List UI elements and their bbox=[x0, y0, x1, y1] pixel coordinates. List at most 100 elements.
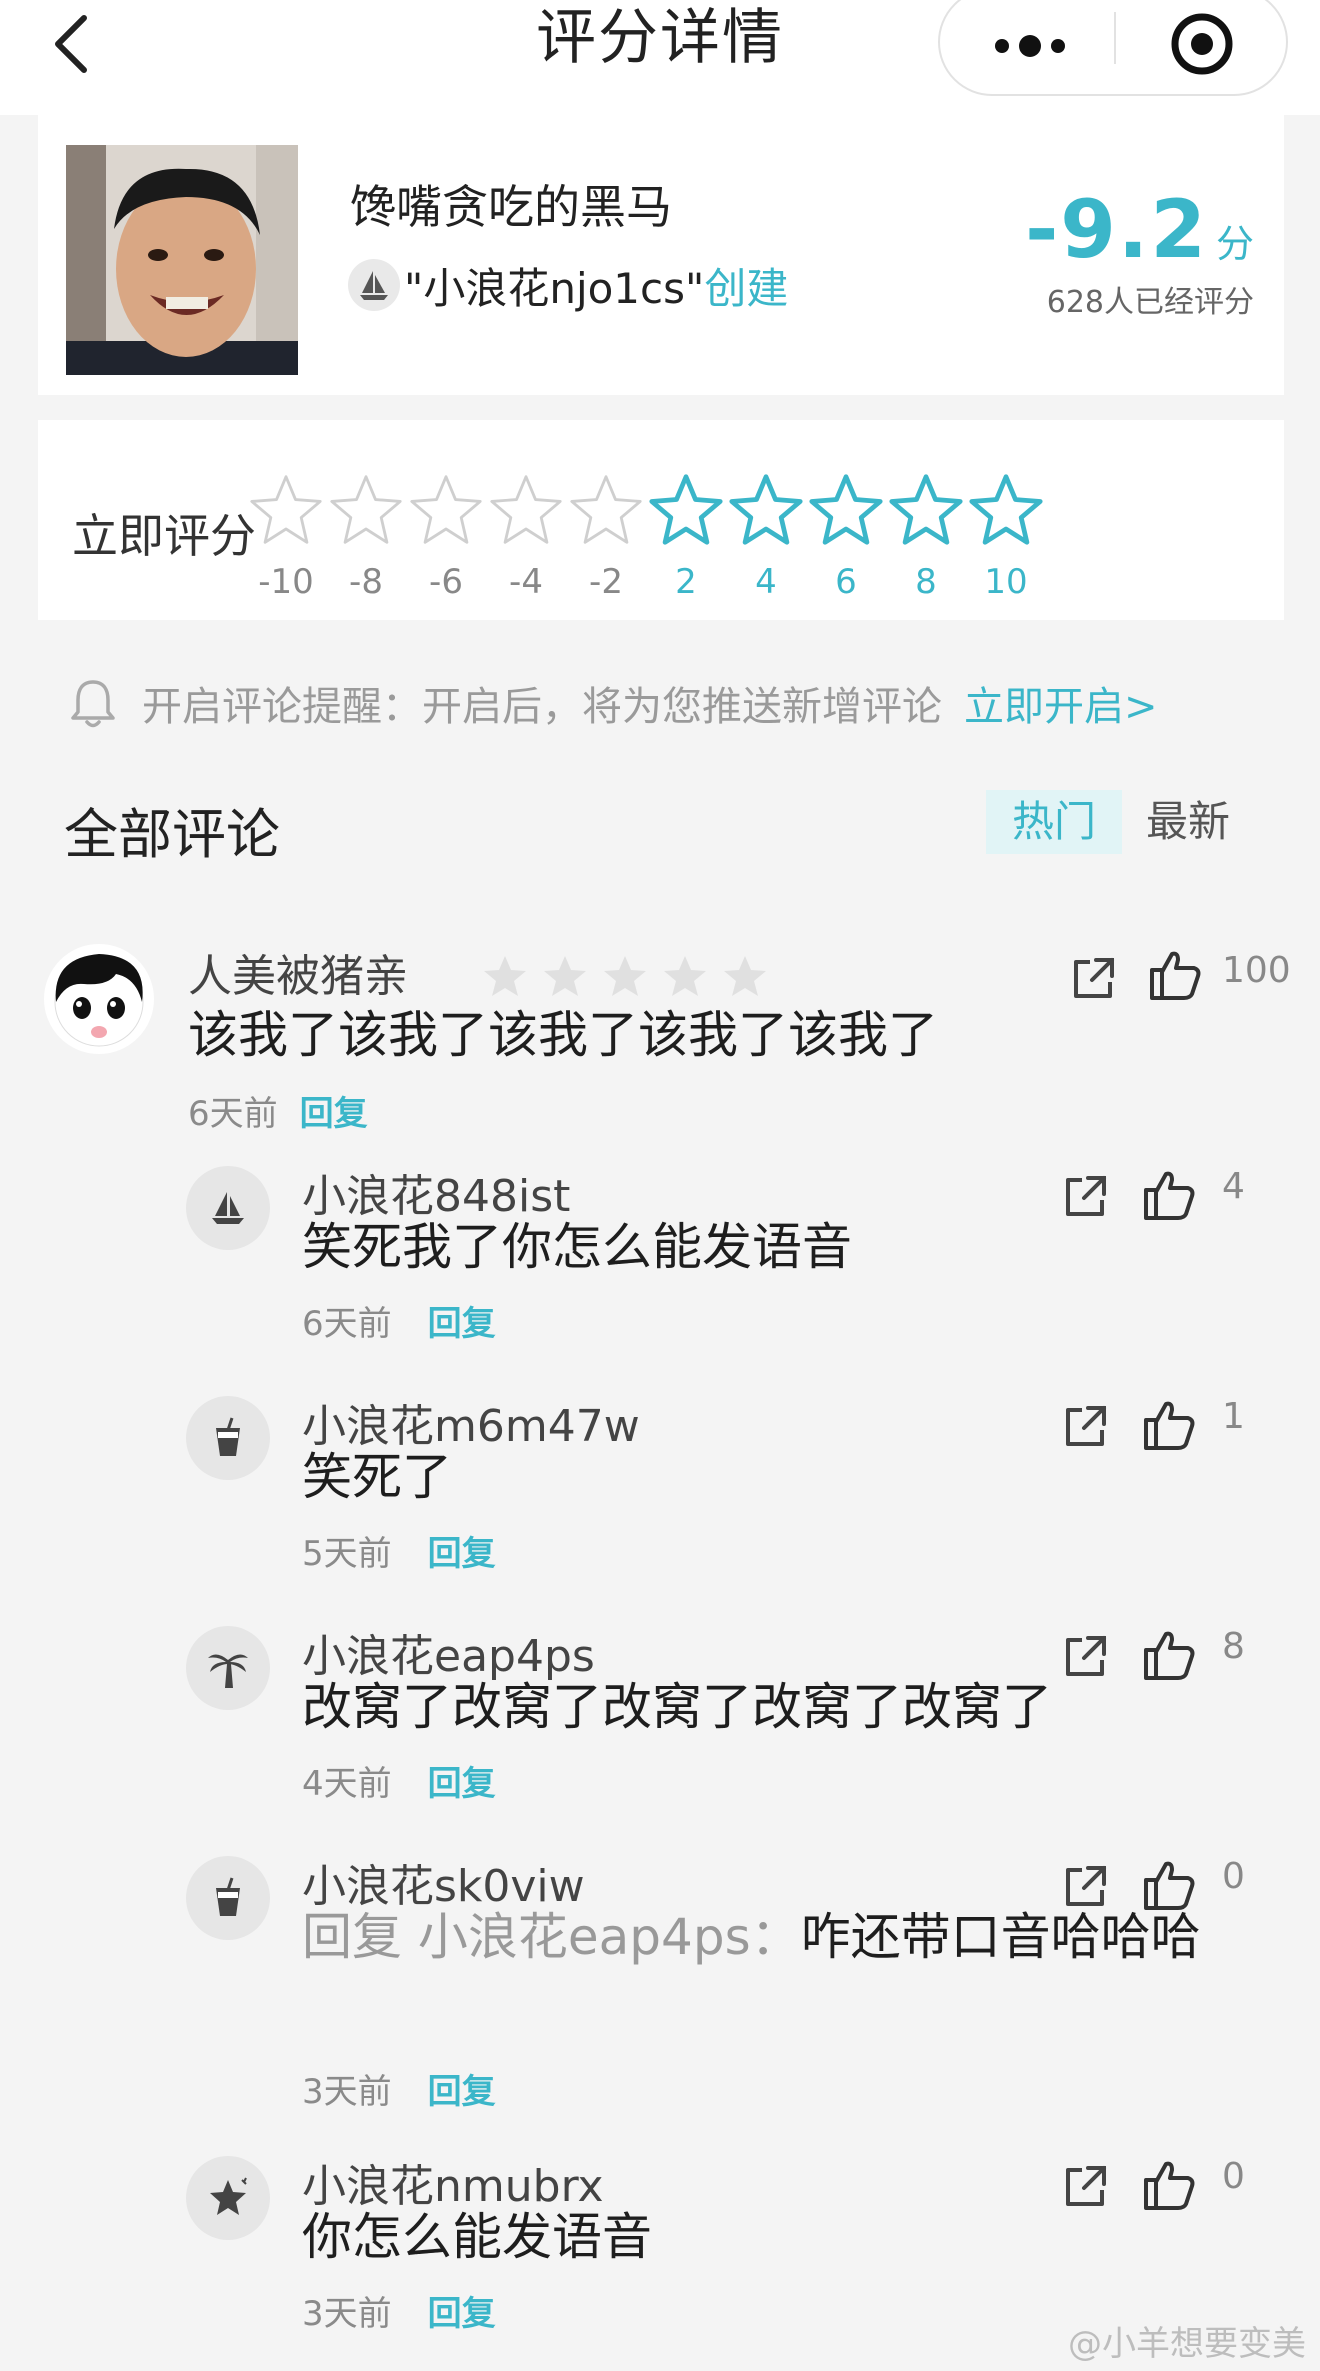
star-icon bbox=[330, 475, 402, 544]
share-icon[interactable] bbox=[1060, 1172, 1110, 1222]
rate-label: 立即评分 bbox=[72, 509, 256, 563]
like-count: 1 bbox=[1222, 1396, 1245, 1437]
watermark: @小羊想要变美 bbox=[1068, 2324, 1306, 2364]
replier-avatar[interactable] bbox=[186, 2156, 270, 2240]
sailboat-icon bbox=[348, 259, 400, 311]
star-icon bbox=[410, 475, 482, 544]
rater-count: 628人已经评分 bbox=[1046, 285, 1254, 320]
enable-reminder-link[interactable]: 立即开启> bbox=[964, 674, 1158, 732]
comment-item: 人美被猪亲 100 该我了该我了该我了该我了该我了 6天前 回复 bbox=[0, 940, 1320, 1140]
reply-to-label: 回复 小浪花eap4ps： bbox=[302, 1908, 801, 1966]
score-value: -9.2 bbox=[1025, 183, 1208, 276]
like-count: 4 bbox=[1222, 1166, 1245, 1207]
reply-button[interactable]: 回复 bbox=[428, 1304, 496, 1344]
reply-text: 回复 小浪花eap4ps：咋还带口音哈哈哈 bbox=[302, 1904, 1242, 1970]
score-display: -9.2 分 bbox=[1025, 183, 1254, 276]
sort-new-tab[interactable]: 最新 bbox=[1146, 790, 1230, 854]
thumbs-up-icon[interactable] bbox=[1140, 2156, 1196, 2212]
all-comments-title: 全部评论 bbox=[64, 803, 280, 866]
star-icon bbox=[664, 956, 706, 996]
target-icon bbox=[1171, 13, 1233, 75]
rating-star-10[interactable]: 10 bbox=[966, 472, 1046, 602]
bell-icon bbox=[71, 680, 115, 728]
creator-suffix: 创建 bbox=[704, 263, 789, 313]
rating-star-2[interactable]: 2 bbox=[646, 472, 726, 602]
comment-meta: 6天前 回复 bbox=[188, 1086, 368, 1135]
rating-star--6[interactable]: -6 bbox=[406, 472, 486, 602]
replier-avatar[interactable] bbox=[186, 1396, 270, 1480]
star-icon bbox=[729, 474, 803, 545]
share-icon[interactable] bbox=[1060, 2162, 1110, 2212]
star-icon bbox=[724, 956, 766, 996]
creator-info: "小浪花njo1cs" 创建 bbox=[348, 255, 788, 315]
commenter-avatar[interactable] bbox=[44, 944, 154, 1054]
thumbs-up-icon[interactable] bbox=[1140, 1626, 1196, 1682]
star-icon bbox=[969, 474, 1043, 545]
star-icon bbox=[490, 475, 562, 544]
drink-cup-icon bbox=[216, 1877, 240, 1916]
replier-avatar[interactable] bbox=[186, 1856, 270, 1940]
rating-star-8[interactable]: 8 bbox=[886, 472, 966, 602]
cartoon-face-icon bbox=[54, 954, 144, 1047]
thumbs-up-icon[interactable] bbox=[1146, 946, 1202, 1002]
rating-star--4[interactable]: -4 bbox=[486, 472, 566, 602]
mini-program-capsule bbox=[938, 0, 1288, 96]
rating-star-6[interactable]: 6 bbox=[806, 472, 886, 602]
rating-star--8[interactable]: -8 bbox=[326, 472, 406, 602]
rating-star-label: -4 bbox=[509, 562, 543, 602]
rating-star-label: 6 bbox=[835, 562, 857, 602]
capsule-divider bbox=[1114, 12, 1116, 64]
rating-star-label: -2 bbox=[589, 562, 623, 602]
reply-meta: 5天前 回复 bbox=[302, 1526, 496, 1575]
like-count: 8 bbox=[1222, 1626, 1245, 1667]
more-dots-icon bbox=[995, 35, 1065, 57]
reply-time: 3天前 bbox=[302, 2072, 392, 2112]
star-icon bbox=[250, 475, 322, 544]
reply-text: 笑死我了你怎么能发语音 bbox=[302, 1218, 852, 1276]
creator-name[interactable]: "小浪花njo1cs" bbox=[404, 255, 704, 316]
reply-meta: 3天前 回复 bbox=[302, 2286, 496, 2335]
replier-avatar[interactable] bbox=[186, 1626, 270, 1710]
reply-button[interactable]: 回复 bbox=[428, 1764, 496, 1804]
rating-star-label: 8 bbox=[915, 562, 937, 602]
like-count: 0 bbox=[1222, 2156, 1245, 2197]
rating-star-4[interactable]: 4 bbox=[726, 472, 806, 602]
reply-button[interactable]: 回复 bbox=[300, 1094, 368, 1134]
rating-star-label: 2 bbox=[675, 562, 697, 602]
thumbs-up-icon[interactable] bbox=[1140, 1396, 1196, 1452]
reply-button[interactable]: 回复 bbox=[428, 1534, 496, 1574]
reply-time: 4天前 bbox=[302, 1764, 392, 1804]
star-icon bbox=[544, 956, 586, 996]
replier-avatar[interactable] bbox=[186, 1166, 270, 1250]
reply-meta: 4天前 回复 bbox=[302, 1756, 496, 1805]
rating-star--10[interactable]: -10 bbox=[246, 472, 326, 602]
target-info-card: 馋嘴贪吃的黑马 "小浪花njo1cs" 创建 -9.2 分 628人已经评分 bbox=[38, 115, 1284, 395]
rating-star-label: 10 bbox=[984, 562, 1028, 602]
close-mini-program-button[interactable] bbox=[1162, 0, 1242, 80]
commenter-name[interactable]: 人美被猪亲 bbox=[188, 940, 408, 1004]
rating-card: 立即评分 -10 -8 -6 -4 -2 2 4 6 8 10 bbox=[38, 420, 1284, 620]
star-icon bbox=[570, 475, 642, 544]
share-icon[interactable] bbox=[1068, 954, 1118, 1004]
like-count: 0 bbox=[1222, 1856, 1245, 1897]
share-icon[interactable] bbox=[1060, 1402, 1110, 1452]
thumbs-up-icon[interactable] bbox=[1140, 1166, 1196, 1222]
comment-time: 6天前 bbox=[188, 1094, 278, 1134]
reply-text: 你怎么能发语音 bbox=[302, 2208, 652, 2266]
target-name: 馋嘴贪吃的黑马 bbox=[350, 180, 672, 234]
reply-button[interactable]: 回复 bbox=[428, 2294, 496, 2334]
reply-time: 5天前 bbox=[302, 1534, 392, 1574]
reply-text: 笑死了 bbox=[302, 1448, 452, 1506]
reply-button[interactable]: 回复 bbox=[428, 2072, 496, 2112]
more-button[interactable] bbox=[980, 10, 1080, 70]
drink-cup-icon bbox=[216, 1417, 240, 1456]
reply-meta: 6天前 回复 bbox=[302, 1296, 496, 1345]
rating-star-label: -8 bbox=[349, 562, 383, 602]
sort-hot-tab[interactable]: 热门 bbox=[986, 790, 1122, 854]
star-icon bbox=[210, 2177, 247, 2215]
star-icon bbox=[809, 474, 883, 545]
commenter-rating-stars bbox=[482, 954, 782, 998]
share-icon[interactable] bbox=[1060, 1632, 1110, 1682]
rating-star-label: 4 bbox=[755, 562, 777, 602]
rating-star--2[interactable]: -2 bbox=[566, 472, 646, 602]
